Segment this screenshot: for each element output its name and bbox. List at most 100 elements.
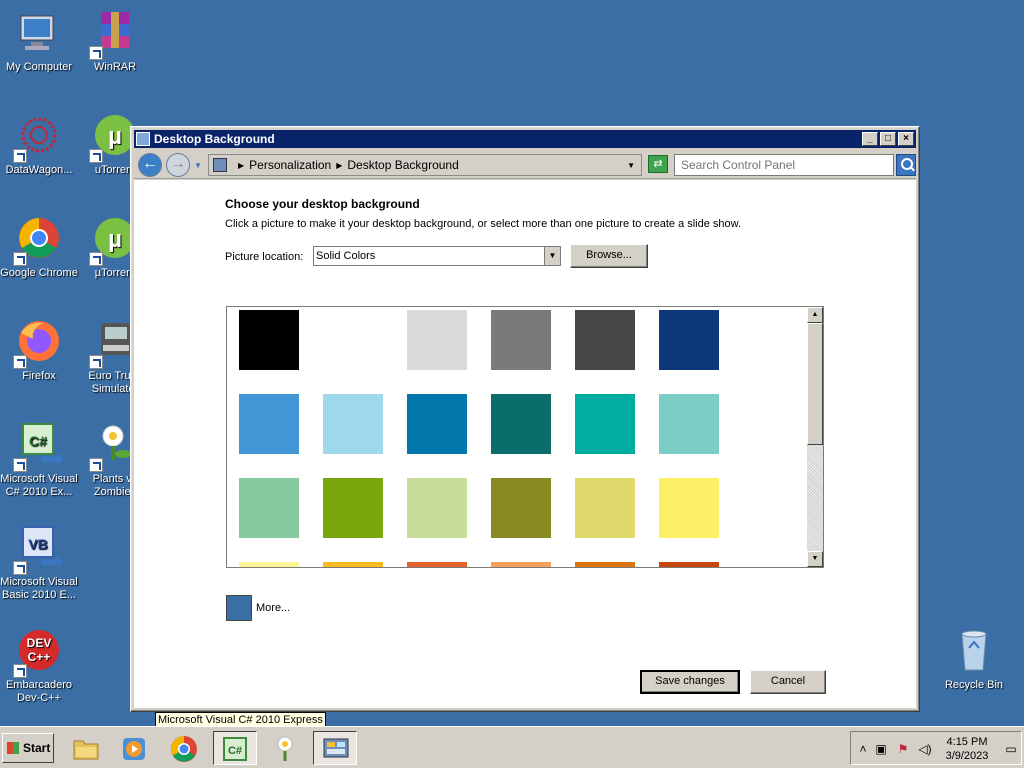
- desktop-icon-google-chrome[interactable]: Google Chrome: [0, 216, 79, 280]
- color-swatch[interactable]: [323, 478, 383, 538]
- taskbar-file-explorer[interactable]: [64, 731, 108, 765]
- navigation-bar: ← → ▼ ▶ Personalization ▶ Desktop Backgr…: [134, 149, 916, 179]
- shortcut-arrow-icon: [13, 458, 27, 472]
- page-description: Click a picture to make it your desktop …: [225, 218, 742, 230]
- desktop-icon-firefox[interactable]: Firefox: [0, 319, 79, 383]
- refresh-button[interactable]: ⇄: [648, 155, 668, 173]
- address-bar[interactable]: ▶ Personalization ▶ Desktop Background ▼: [208, 154, 642, 176]
- desktop-icon-visual-csharp[interactable]: C# Microsoft Visual C# 2010 Ex...: [0, 422, 79, 499]
- svg-text:DEV: DEV: [27, 636, 52, 650]
- picture-location-label: Picture location:: [225, 251, 304, 263]
- address-dropdown-icon[interactable]: ▼: [627, 161, 635, 170]
- shortcut-arrow-icon: [13, 149, 27, 163]
- color-swatch[interactable]: [239, 562, 299, 567]
- color-swatch[interactable]: [407, 478, 467, 538]
- content-pane: Choose your desktop background Click a p…: [134, 180, 916, 708]
- desktop-icon-winrar[interactable]: WinRAR: [75, 10, 155, 74]
- forward-button[interactable]: →: [166, 153, 190, 177]
- dev-cpp-icon: DEV C++: [13, 628, 63, 678]
- color-swatch[interactable]: [407, 310, 467, 370]
- color-swatch[interactable]: [659, 310, 719, 370]
- desktop-icon-recycle-bin[interactable]: Recycle Bin: [934, 628, 1014, 692]
- control-panel-icon: [136, 132, 150, 146]
- picture-location-select[interactable]: Solid Colors ▼: [313, 246, 561, 266]
- color-swatch[interactable]: [575, 562, 635, 567]
- taskbar-media-player[interactable]: [112, 731, 156, 765]
- breadcrumb-personalization[interactable]: Personalization: [249, 158, 331, 172]
- desktop-background-window: Desktop Background _ □ × ← → ▼ ▶ Persona…: [130, 126, 920, 712]
- taskbar-visual-csharp[interactable]: C#: [213, 731, 257, 765]
- page-title: Choose your desktop background: [225, 197, 420, 211]
- more-colors-link[interactable]: More...: [256, 602, 290, 614]
- color-swatch[interactable]: [491, 394, 551, 454]
- color-swatch[interactable]: [659, 394, 719, 454]
- scroll-up-icon[interactable]: ▲: [807, 307, 823, 323]
- network-icon[interactable]: ▣: [873, 741, 889, 757]
- save-changes-button[interactable]: Save changes: [640, 670, 740, 694]
- visual-basic-icon: VB: [13, 525, 63, 575]
- shortcut-arrow-icon: [89, 149, 103, 163]
- scrollbar-thumb[interactable]: [807, 323, 823, 445]
- visual-csharp-icon: C#: [223, 737, 247, 761]
- breadcrumb-separator-icon[interactable]: ▶: [336, 161, 342, 170]
- control-panel-icon: [323, 738, 349, 758]
- chevron-down-icon[interactable]: ▼: [544, 247, 560, 265]
- color-swatch[interactable]: [575, 478, 635, 538]
- color-swatch[interactable]: [239, 478, 299, 538]
- search-input[interactable]: [674, 154, 894, 176]
- color-swatch[interactable]: [659, 562, 719, 567]
- system-tray: ˄ ▣ ⚑ ◁) 4:15 PM 3/9/2023 ▭: [850, 731, 1022, 765]
- volume-icon[interactable]: ◁): [917, 741, 933, 757]
- cancel-button[interactable]: Cancel: [750, 670, 826, 694]
- color-swatch[interactable]: [575, 310, 635, 370]
- desktop-icon-label: Google Chrome: [0, 267, 78, 279]
- color-swatch[interactable]: [407, 394, 467, 454]
- action-center-icon[interactable]: ⚑: [895, 741, 911, 757]
- color-swatch[interactable]: [491, 310, 551, 370]
- minimize-button[interactable]: _: [862, 132, 878, 146]
- breadcrumb-separator-icon[interactable]: ▶: [238, 161, 244, 170]
- scroll-down-icon[interactable]: ▼: [807, 551, 823, 567]
- browse-button[interactable]: Browse...: [570, 244, 648, 268]
- shortcut-arrow-icon: [13, 664, 27, 678]
- shortcut-arrow-icon: [89, 355, 103, 369]
- color-swatch[interactable]: [575, 394, 635, 454]
- maximize-button[interactable]: □: [880, 132, 896, 146]
- desktop-icon-dev-cpp[interactable]: DEV C++ Embarcadero Dev-C++: [0, 628, 79, 705]
- shortcut-arrow-icon: [89, 458, 103, 472]
- desktop-icon-datawagon[interactable]: DataWagon...: [0, 113, 79, 177]
- start-button[interactable]: Start: [2, 733, 54, 763]
- color-swatch-grid: ▲ ▼: [226, 306, 824, 568]
- color-swatch[interactable]: [323, 394, 383, 454]
- show-desktop-icon[interactable]: ▭: [1003, 741, 1019, 757]
- close-button[interactable]: ×: [898, 132, 914, 146]
- desktop-icon-my-computer[interactable]: My Computer: [0, 10, 79, 74]
- computer-icon: [15, 10, 63, 58]
- show-hidden-icons-chevron-icon[interactable]: ˄: [855, 741, 871, 757]
- svg-text:VB: VB: [28, 536, 47, 552]
- plants-vs-zombies-icon: [277, 736, 293, 761]
- vertical-scrollbar[interactable]: ▲ ▼: [807, 307, 823, 567]
- search-icon[interactable]: [896, 154, 916, 176]
- clock[interactable]: 4:15 PM 3/9/2023: [939, 735, 995, 763]
- breadcrumb-desktop-background[interactable]: Desktop Background: [347, 158, 458, 172]
- color-swatch[interactable]: [407, 562, 467, 567]
- color-swatch[interactable]: [659, 478, 719, 538]
- taskbar-plants-vs-zombies[interactable]: [263, 731, 307, 765]
- more-color-swatch[interactable]: [226, 595, 252, 621]
- color-swatch[interactable]: [323, 562, 383, 567]
- taskbar-control-panel[interactable]: [313, 731, 357, 765]
- window-titlebar[interactable]: Desktop Background _ □ ×: [134, 130, 916, 148]
- color-swatch[interactable]: [491, 562, 551, 567]
- recent-pages-dropdown-icon[interactable]: ▼: [194, 161, 202, 170]
- color-swatch[interactable]: [239, 394, 299, 454]
- desktop-icon-label: Embarcadero Dev-C++: [5, 679, 73, 704]
- color-swatch[interactable]: [239, 310, 299, 370]
- taskbar-chrome[interactable]: [162, 731, 206, 765]
- desktop-icon-visual-basic[interactable]: VB Microsoft Visual Basic 2010 E...: [0, 525, 79, 602]
- visual-csharp-icon: C#: [13, 422, 63, 472]
- taskbar: Start C# ˄ ▣ ⚑ ◁) 4:15 PM 3/9/2023 ▭: [0, 726, 1024, 768]
- color-swatch[interactable]: [323, 310, 383, 370]
- color-swatch[interactable]: [491, 478, 551, 538]
- back-button[interactable]: ←: [138, 153, 162, 177]
